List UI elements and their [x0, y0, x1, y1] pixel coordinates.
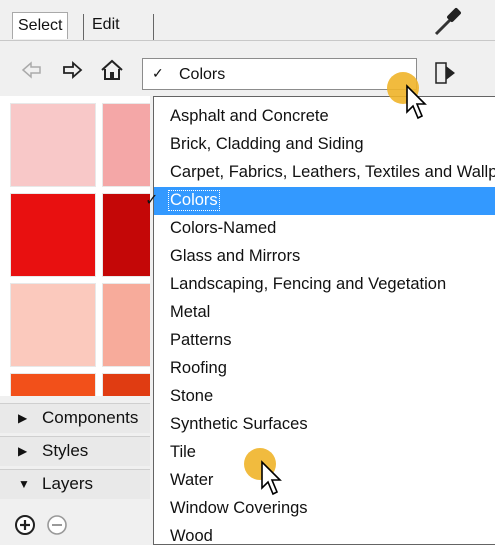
tray-components[interactable]: ▶ Components: [0, 403, 150, 433]
list-item[interactable]: Tile: [154, 439, 495, 467]
color-swatch[interactable]: [102, 103, 150, 187]
tab-edit[interactable]: Edit: [88, 12, 124, 38]
list-item-label: Glass and Mirrors: [170, 247, 301, 265]
list-item-label: Landscaping, Fencing and Vegetation: [170, 275, 447, 293]
list-item-label: Roofing: [170, 359, 227, 377]
list-item[interactable]: Wood: [154, 523, 495, 545]
list-item-label: Stone: [170, 387, 214, 405]
color-swatch[interactable]: [102, 283, 150, 367]
back-arrow-icon[interactable]: [20, 58, 44, 82]
list-item-label: Colors-Named: [170, 219, 277, 237]
list-item-label: Metal: [170, 303, 211, 321]
list-item[interactable]: Asphalt and Concrete: [154, 103, 495, 131]
forward-arrow-icon[interactable]: [60, 58, 84, 82]
tab-underline: [0, 40, 495, 41]
tray-label: Layers: [42, 474, 94, 493]
combo-value: Colors: [179, 66, 226, 83]
list-item-label: Brick, Cladding and Siding: [170, 135, 364, 153]
list-item[interactable]: Patterns: [154, 327, 495, 355]
color-swatch[interactable]: [10, 373, 96, 396]
tray-styles[interactable]: ▶ Styles: [0, 436, 150, 466]
color-swatch[interactable]: [10, 103, 96, 187]
add-layer-icon[interactable]: [14, 514, 36, 536]
tray-layers[interactable]: ▼ Layers: [0, 469, 150, 499]
list-item-label: Tile: [170, 443, 196, 461]
list-item-label: Carpet, Fabrics, Leathers, Textiles and …: [170, 163, 495, 181]
home-icon[interactable]: [100, 58, 124, 82]
list-item-label: Asphalt and Concrete: [170, 107, 329, 125]
details-arrow-icon[interactable]: [433, 58, 459, 88]
list-item[interactable]: Landscaping, Fencing and Vegetation: [154, 271, 495, 299]
list-item-label: Water: [170, 471, 214, 489]
color-swatch[interactable]: [102, 193, 150, 277]
color-swatch[interactable]: [10, 283, 96, 367]
list-item-label: Wood: [170, 527, 213, 545]
expand-arrow-icon: ▶: [18, 411, 28, 425]
list-item-label: Patterns: [170, 331, 232, 349]
list-item[interactable]: Brick, Cladding and Siding: [154, 131, 495, 159]
collection-list: Asphalt and Concrete Brick, Cladding and…: [153, 96, 495, 545]
color-swatch[interactable]: [10, 193, 96, 277]
list-item[interactable]: Stone: [154, 383, 495, 411]
eyedropper-icon[interactable]: [430, 4, 464, 38]
list-item[interactable]: Synthetic Surfaces: [154, 411, 495, 439]
tab-divider: [83, 14, 84, 40]
tab-divider: [153, 14, 154, 40]
collapse-arrow-icon: ▼: [18, 477, 30, 491]
list-item-label: Window Coverings: [170, 499, 308, 517]
remove-layer-icon[interactable]: [46, 514, 68, 536]
tab-select[interactable]: Select: [12, 12, 69, 39]
list-item[interactable]: Metal: [154, 299, 495, 327]
selected-check-icon: ✓: [145, 192, 159, 209]
collection-dropdown[interactable]: ✓ Colors: [142, 58, 417, 90]
swatch-grid: [0, 96, 150, 396]
list-item[interactable]: Window Coverings: [154, 495, 495, 523]
list-item[interactable]: Water: [154, 467, 495, 495]
list-item[interactable]: Roofing: [154, 355, 495, 383]
tab-bar: Select Edit: [0, 0, 495, 46]
color-swatch[interactable]: [102, 373, 150, 396]
combo-check: ✓: [152, 65, 164, 81]
list-item-label: Colors: [168, 190, 220, 211]
tray-label: Styles: [42, 441, 89, 460]
tray-label: Components: [42, 408, 139, 427]
list-item[interactable]: Carpet, Fabrics, Leathers, Textiles and …: [154, 159, 495, 187]
expand-arrow-icon: ▶: [18, 444, 28, 458]
list-item[interactable]: Colors-Named: [154, 215, 495, 243]
list-item[interactable]: Glass and Mirrors: [154, 243, 495, 271]
list-item-label: Synthetic Surfaces: [170, 415, 308, 433]
list-item-selected[interactable]: Colors: [154, 187, 495, 215]
layers-toolbar: [0, 506, 150, 545]
